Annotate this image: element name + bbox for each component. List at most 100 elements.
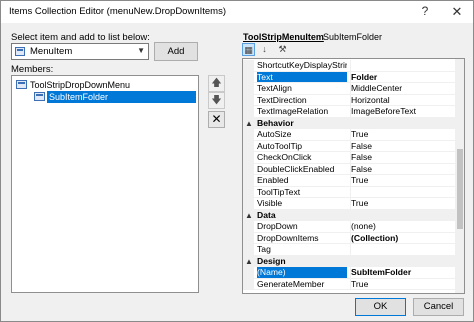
property-name: DoubleClickEnabled — [257, 163, 335, 174]
row-gutter — [243, 244, 254, 255]
property-value[interactable]: Folder — [350, 71, 455, 82]
vertical-scrollbar[interactable] — [455, 59, 464, 293]
property-name: Text — [257, 71, 347, 82]
add-button[interactable]: Add — [154, 42, 198, 61]
property-name: ToolTipText — [257, 186, 301, 197]
category-label: Behavior — [257, 117, 294, 128]
property-row[interactable]: Tag — [243, 244, 455, 256]
menu-item-icon — [15, 47, 25, 56]
property-row[interactable]: ShortcutKeyDisplayString — [243, 60, 455, 72]
property-name: AutoSize — [257, 129, 292, 139]
alphabetical-icon[interactable]: ↓ — [258, 43, 271, 56]
row-gutter — [243, 71, 254, 82]
property-value[interactable] — [350, 60, 455, 71]
property-row[interactable]: Text Folder — [243, 71, 455, 83]
property-row[interactable]: Visible True — [243, 198, 455, 210]
window-title: Items Collection Editor (menuNew.DropDow… — [9, 6, 226, 17]
members-label: Members: — [11, 64, 54, 75]
row-gutter — [243, 140, 254, 151]
property-row[interactable]: TextDirection Horizontal — [243, 94, 455, 106]
property-name: (Name) — [257, 267, 347, 278]
property-value[interactable] — [350, 244, 455, 255]
property-value[interactable]: SubItemFolder — [350, 267, 455, 278]
row-gutter — [243, 198, 254, 209]
property-row[interactable]: (Name) SubItemFolder — [243, 267, 455, 279]
row-gutter — [243, 186, 254, 197]
help-icon[interactable]: ? — [409, 1, 441, 23]
item-type-combo[interactable]: MenuItem ▼ — [11, 43, 149, 60]
property-category[interactable]: ▲ Design — [243, 255, 455, 268]
category-label: Data — [257, 209, 276, 220]
property-row[interactable]: CheckOnClick False — [243, 152, 455, 164]
collapse-icon[interactable]: ▲ — [245, 210, 253, 222]
collapse-icon[interactable]: ▲ — [245, 118, 253, 130]
close-icon[interactable]: ✕ — [441, 1, 473, 23]
row-gutter — [243, 83, 254, 94]
ok-button[interactable]: OK — [355, 298, 406, 316]
property-row[interactable]: DoubleClickEnabled False — [243, 163, 455, 175]
menu-item-icon — [34, 92, 45, 101]
dropdown-menu-icon — [16, 80, 27, 89]
property-name: TextImageRelation — [257, 106, 329, 116]
property-value[interactable]: True — [350, 129, 455, 140]
row-gutter — [243, 175, 254, 186]
row-gutter — [243, 106, 254, 117]
tree-root-label: ToolStripDropDownMenu — [30, 80, 131, 90]
categorized-icon[interactable]: ▦ — [242, 43, 255, 56]
members-tree[interactable]: ToolStripDropDownMenu SubItemFolder — [11, 75, 199, 293]
property-value[interactable]: ImageBeforeText — [350, 106, 455, 117]
selected-type-label: ToolStripMenuItem — [243, 32, 324, 42]
category-label: Design — [257, 255, 286, 266]
property-category[interactable]: ▲ Behavior — [243, 117, 455, 130]
arrow-down-icon[interactable]: 🡇 — [208, 92, 225, 109]
arrow-up-icon[interactable]: 🡅 — [208, 75, 225, 92]
property-row[interactable]: ToolTipText — [243, 186, 455, 198]
chevron-down-icon[interactable]: ▼ — [137, 46, 145, 55]
property-value[interactable]: Horizontal — [350, 94, 455, 105]
property-value[interactable]: False — [350, 140, 455, 151]
property-value[interactable]: (Collection) — [350, 232, 455, 243]
property-value[interactable]: False — [350, 163, 455, 174]
cancel-button[interactable]: Cancel — [413, 298, 464, 316]
property-value[interactable]: True — [350, 175, 455, 186]
row-gutter — [243, 163, 254, 174]
property-name: GenerateMember — [257, 278, 325, 289]
tree-child-item[interactable]: SubItemFolder — [30, 91, 196, 103]
property-value[interactable]: True — [350, 198, 455, 209]
property-name: TextDirection — [257, 94, 307, 105]
combo-value: MenuItem — [30, 46, 73, 57]
property-name: CheckOnClick — [257, 152, 312, 162]
property-value[interactable]: False — [350, 152, 455, 163]
property-row[interactable]: DropDown (none) — [243, 221, 455, 233]
tree-child-label: SubItemFolder — [49, 92, 109, 102]
property-row[interactable]: TextAlign MiddleCenter — [243, 83, 455, 95]
wrench-icon[interactable]: ⚒ — [276, 43, 289, 56]
collapse-icon[interactable]: ▲ — [245, 256, 253, 268]
property-row[interactable]: DropDownItems (Collection) — [243, 232, 455, 244]
property-row[interactable]: Enabled True — [243, 175, 455, 187]
row-gutter — [243, 94, 254, 105]
property-grid[interactable]: ShortcutKeyDisplayString Text Folder TextAl… — [242, 58, 465, 294]
select-item-label: Select item and add to list below: — [11, 32, 150, 43]
scrollbar-thumb[interactable] — [457, 149, 463, 229]
delete-icon[interactable]: ✕ — [208, 111, 225, 128]
property-row[interactable]: GenerateMember True — [243, 278, 455, 290]
property-name: DropDownItems — [257, 232, 319, 243]
property-name: Visible — [257, 198, 283, 208]
property-value[interactable]: MiddleCenter — [350, 83, 455, 94]
title-bar: Items Collection Editor (menuNew.DropDow… — [1, 1, 473, 23]
property-value[interactable] — [350, 186, 455, 197]
row-gutter — [243, 152, 254, 163]
property-row[interactable]: AutoToolTip False — [243, 140, 455, 152]
property-value[interactable]: True — [350, 278, 455, 289]
property-category[interactable]: ▲ Data — [243, 209, 455, 222]
property-row[interactable]: TextImageRelation ImageBeforeText — [243, 106, 455, 118]
row-gutter — [243, 60, 254, 71]
property-row[interactable]: AutoSize True — [243, 129, 455, 141]
property-value[interactable]: (none) — [350, 221, 455, 232]
items-collection-editor-window: Items Collection Editor (menuNew.DropDow… — [0, 0, 474, 322]
row-gutter — [243, 129, 254, 140]
property-name: ShortcutKeyDisplayString — [257, 60, 347, 70]
row-gutter — [243, 232, 254, 243]
selected-name-label: SubItemFolder — [323, 32, 383, 42]
